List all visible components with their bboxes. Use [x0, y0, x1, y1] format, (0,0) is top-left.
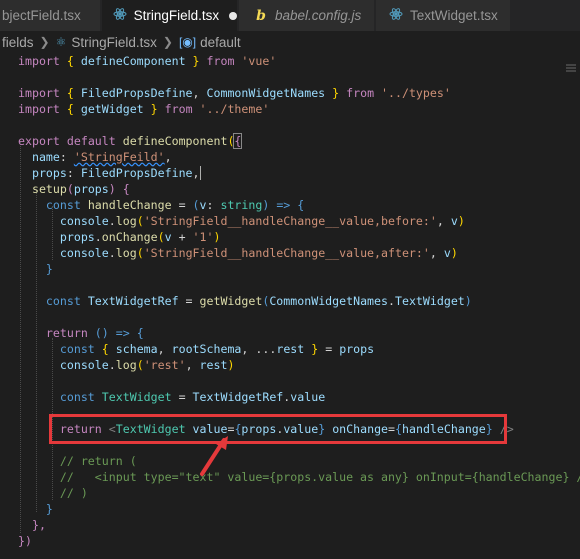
unsaved-dot-icon[interactable]	[229, 11, 237, 20]
chevron-right-icon: ❯	[39, 35, 50, 49]
tab-babel-config[interactable]: b babel.config.js	[239, 0, 375, 31]
code-line: export default defineComponent({	[18, 133, 243, 149]
code-line: import { defineComponent } from 'vue'	[18, 54, 277, 68]
tab-label: bjectField.tsx	[2, 8, 81, 23]
breadcrumb-file[interactable]: StringField.tsx	[71, 35, 157, 50]
babel-icon: b	[256, 7, 266, 24]
chevron-right-icon: ❯	[162, 35, 173, 49]
code-line: // return (	[59, 454, 137, 468]
code-line: // )	[59, 486, 88, 500]
tsx-file-icon	[112, 7, 128, 24]
code-line: import { getWidget } from '../theme'	[18, 102, 270, 116]
code-line: setup(props) {	[31, 182, 130, 196]
tab-textwidget[interactable]: TextWidget.tsx	[376, 0, 511, 31]
code-line: props.onChange(v + '1')	[59, 230, 221, 244]
tsx-file-icon: ⚛	[55, 35, 67, 49]
breadcrumb-symbol[interactable]: default	[200, 35, 241, 50]
annotation-highlight-box	[49, 414, 507, 444]
code-editor[interactable]: import { defineComponent } from 'vue' im…	[0, 53, 580, 559]
code-line: const TextWidget = TextWidgetRef.value	[59, 390, 326, 404]
code-line: const { schema, rootSchema, ...rest } = …	[59, 342, 375, 356]
code-line: console.log('rest', rest)	[59, 358, 235, 372]
code-line: props: FiledPropsDefine,	[18, 165, 208, 181]
code-line: const handleChange = (v: string) => {	[45, 198, 305, 212]
tab-bar: bjectField.tsx StringField.tsx b babel.c…	[0, 0, 580, 31]
tab-stringfield[interactable]: StringField.tsx	[102, 0, 238, 31]
annotation-arrow-icon	[200, 436, 228, 476]
tab-label: TextWidget.tsx	[410, 8, 498, 23]
code-line: }	[45, 502, 53, 516]
tab-objectfield[interactable]: bjectField.tsx	[0, 0, 101, 31]
code-line: name: 'StringFeild',	[31, 150, 172, 164]
code-line: }	[45, 262, 53, 276]
symbol-module-icon: [◉]	[178, 35, 197, 49]
code-line: import { FiledPropsDefine, CommonWidgetN…	[18, 86, 451, 100]
breadcrumb: fields ❯ ⚛ StringField.tsx ❯ [◉] default	[0, 31, 580, 53]
code-line: return () => {	[45, 326, 144, 340]
code-line: // <input type="text" value={props.value…	[59, 470, 580, 484]
tab-label: babel.config.js	[275, 8, 362, 23]
code-line: console.log('StringField__handleChange__…	[59, 246, 458, 260]
code-line: console.log('StringField__handleChange__…	[59, 214, 465, 228]
code-line: const TextWidgetRef = getWidget(CommonWi…	[45, 294, 472, 308]
code-line: },	[31, 518, 46, 532]
tab-label: StringField.tsx	[133, 8, 220, 23]
code-line: })	[18, 534, 32, 548]
breadcrumb-folder[interactable]: fields	[2, 35, 34, 50]
tsx-file-icon	[388, 7, 404, 24]
